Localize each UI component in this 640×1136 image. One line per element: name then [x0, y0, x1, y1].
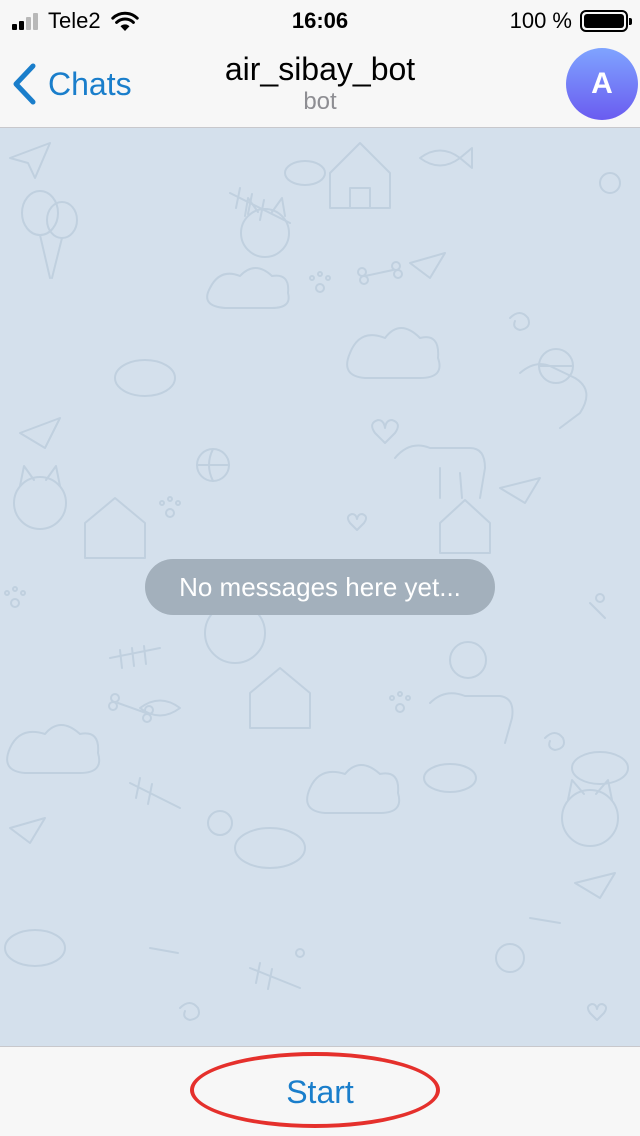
navigation-bar: Chats air_sibay_bot bot A — [0, 40, 640, 128]
chat-header[interactable]: air_sibay_bot bot — [160, 50, 480, 116]
start-button[interactable]: Start — [220, 1067, 420, 1117]
chat-subtitle: bot — [303, 88, 337, 115]
bottom-bar: Start — [0, 1046, 640, 1136]
battery-tip — [629, 18, 632, 25]
avatar[interactable]: A — [566, 48, 638, 120]
battery-percentage: 100 % — [509, 8, 572, 33]
chat-title: air_sibay_bot — [224, 51, 416, 87]
status-bar: Tele2 16:06 100 % — [0, 0, 640, 40]
empty-chat-message: No messages here yet... — [145, 559, 495, 615]
status-right: 100 % — [509, 6, 632, 36]
back-button[interactable]: Chats — [12, 60, 132, 108]
avatar-initial: A — [591, 67, 613, 100]
battery-fill — [584, 14, 624, 28]
empty-chat-text: No messages here yet... — [179, 571, 461, 602]
back-label: Chats — [48, 65, 132, 102]
chevron-left-icon — [13, 63, 36, 105]
chat-area: No messages here yet... — [0, 128, 640, 1046]
battery-icon — [580, 10, 632, 32]
